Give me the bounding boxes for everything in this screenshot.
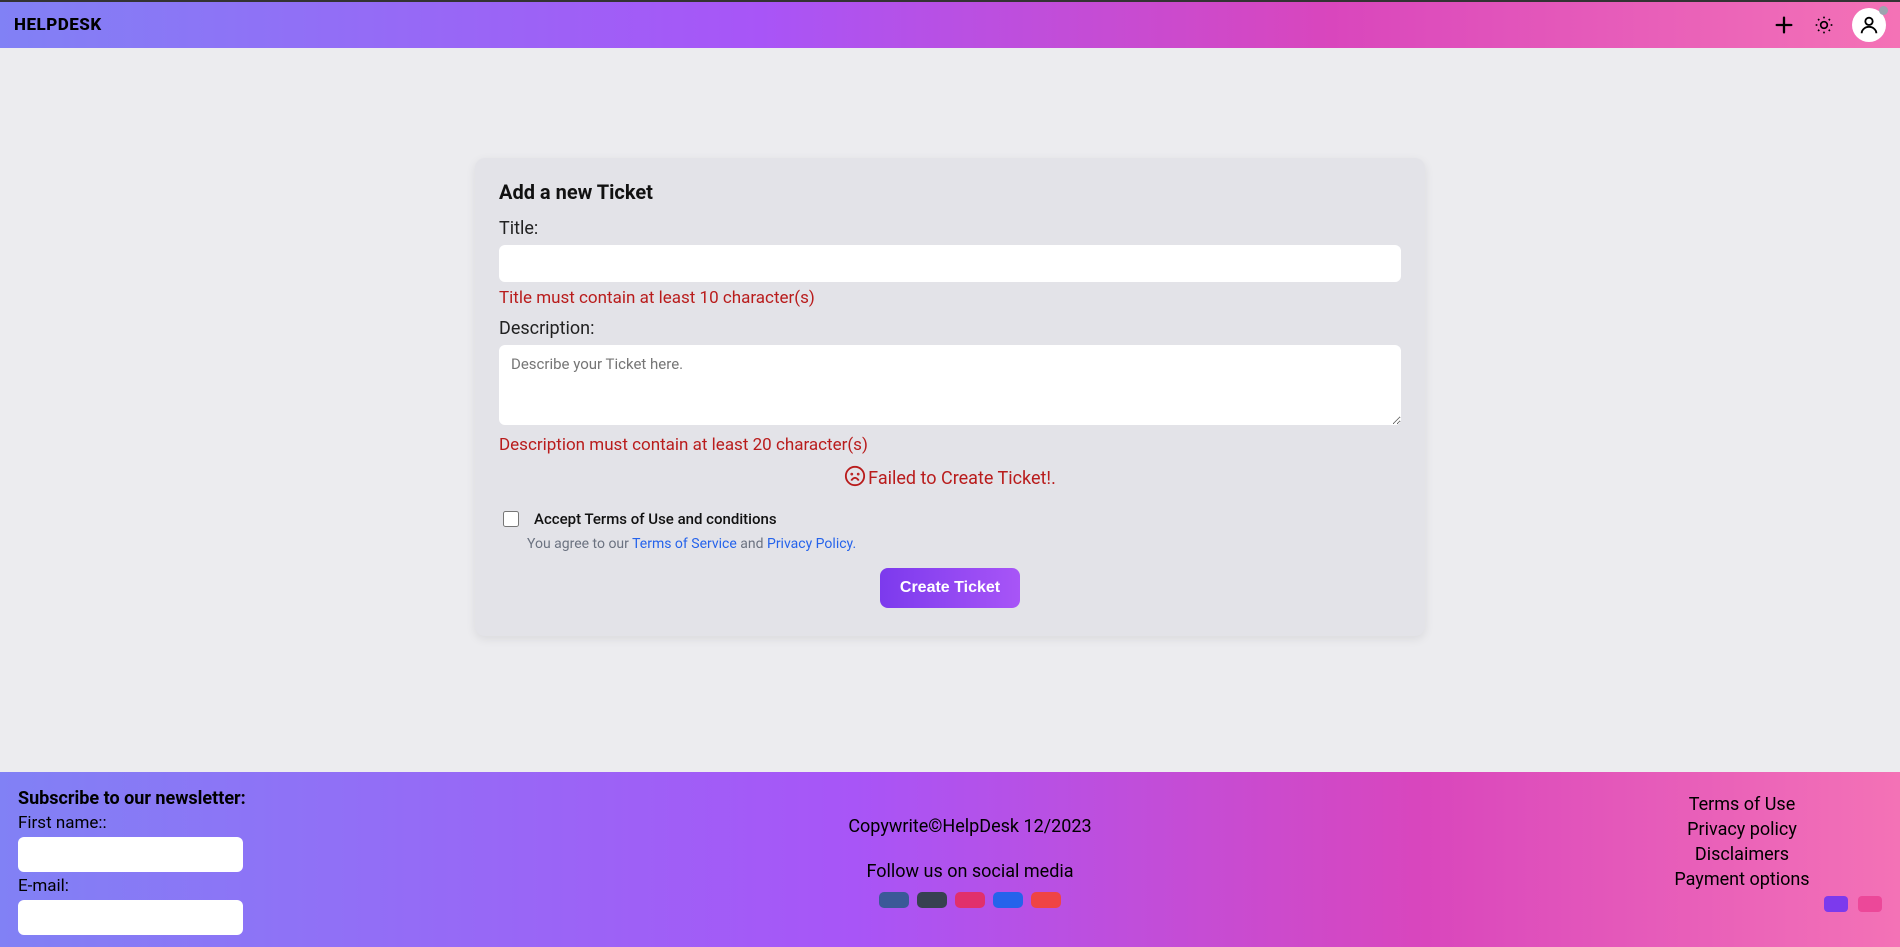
footer-links: Terms of Use Privacy policy Disclaimers … xyxy=(1602,788,1882,937)
brand-title[interactable]: HELPDESK xyxy=(14,15,102,35)
avatar-status-dot xyxy=(1879,6,1888,15)
user-avatar[interactable] xyxy=(1852,8,1886,42)
frown-icon xyxy=(844,465,866,492)
copywrite-text: Copywrite©HelpDesk 12/2023 xyxy=(338,816,1602,837)
terms-checkbox[interactable] xyxy=(503,511,519,527)
footer-center: Copywrite©HelpDesk 12/2023 Follow us on … xyxy=(338,788,1602,937)
terms-mid: and xyxy=(737,536,767,552)
first-name-label: First name:: xyxy=(18,813,338,833)
email-input[interactable] xyxy=(18,900,243,935)
title-error: Title must contain at least 10 character… xyxy=(499,288,1401,308)
terms-sub-label: You agree to our Terms of Service and Pr… xyxy=(527,536,1401,552)
create-ticket-button[interactable]: Create Ticket xyxy=(880,568,1020,608)
card-visa-icon xyxy=(1824,896,1848,912)
privacy-policy-link[interactable]: Privacy Policy. xyxy=(767,536,856,552)
discord-icon[interactable] xyxy=(993,892,1023,908)
footer-link-privacy[interactable]: Privacy policy xyxy=(1602,819,1882,840)
card-title: Add a new Ticket xyxy=(499,180,1401,204)
terms-main-label: Accept Terms of Use and conditions xyxy=(534,510,777,528)
title-label: Title: xyxy=(499,218,1401,239)
main-content: Add a new Ticket Title: Title must conta… xyxy=(0,48,1900,772)
title-input[interactable] xyxy=(499,245,1401,282)
terms-row: Accept Terms of Use and conditions xyxy=(499,510,1401,530)
terms-prefix: You agree to our xyxy=(527,536,632,552)
new-ticket-card: Add a new Ticket Title: Title must conta… xyxy=(475,158,1425,636)
github-icon[interactable] xyxy=(917,892,947,908)
footer: Subscribe to our newsletter: First name:… xyxy=(0,772,1900,947)
description-input[interactable] xyxy=(499,345,1401,425)
add-icon[interactable] xyxy=(1772,13,1796,37)
card-mastercard-icon xyxy=(1858,896,1882,912)
footer-link-disclaimers[interactable]: Disclaimers xyxy=(1602,844,1882,865)
description-label: Description: xyxy=(499,318,1401,339)
footer-link-tou[interactable]: Terms of Use xyxy=(1602,794,1882,815)
newsletter-heading: Subscribe to our newsletter: xyxy=(18,788,338,809)
social-row xyxy=(338,892,1602,908)
instagram-icon[interactable] xyxy=(955,892,985,908)
topbar-actions xyxy=(1772,8,1886,42)
top-bar: HELPDESK xyxy=(0,0,1900,48)
email-label: E-mail: xyxy=(18,876,338,896)
youtube-icon[interactable] xyxy=(1031,892,1061,908)
payment-icons xyxy=(1602,896,1882,912)
follow-text: Follow us on social media xyxy=(338,861,1602,882)
first-name-input[interactable] xyxy=(18,837,243,872)
facebook-icon[interactable] xyxy=(879,892,909,908)
terms-of-service-link[interactable]: Terms of Service xyxy=(632,536,737,552)
theme-toggle-icon[interactable] xyxy=(1812,13,1836,37)
footer-newsletter: Subscribe to our newsletter: First name:… xyxy=(18,788,338,937)
footer-link-payment[interactable]: Payment options xyxy=(1602,869,1882,890)
description-error: Description must contain at least 20 cha… xyxy=(499,435,1401,455)
fail-message-text: Failed to Create Ticket!. xyxy=(868,468,1056,489)
fail-message-row: Failed to Create Ticket!. xyxy=(499,465,1401,492)
